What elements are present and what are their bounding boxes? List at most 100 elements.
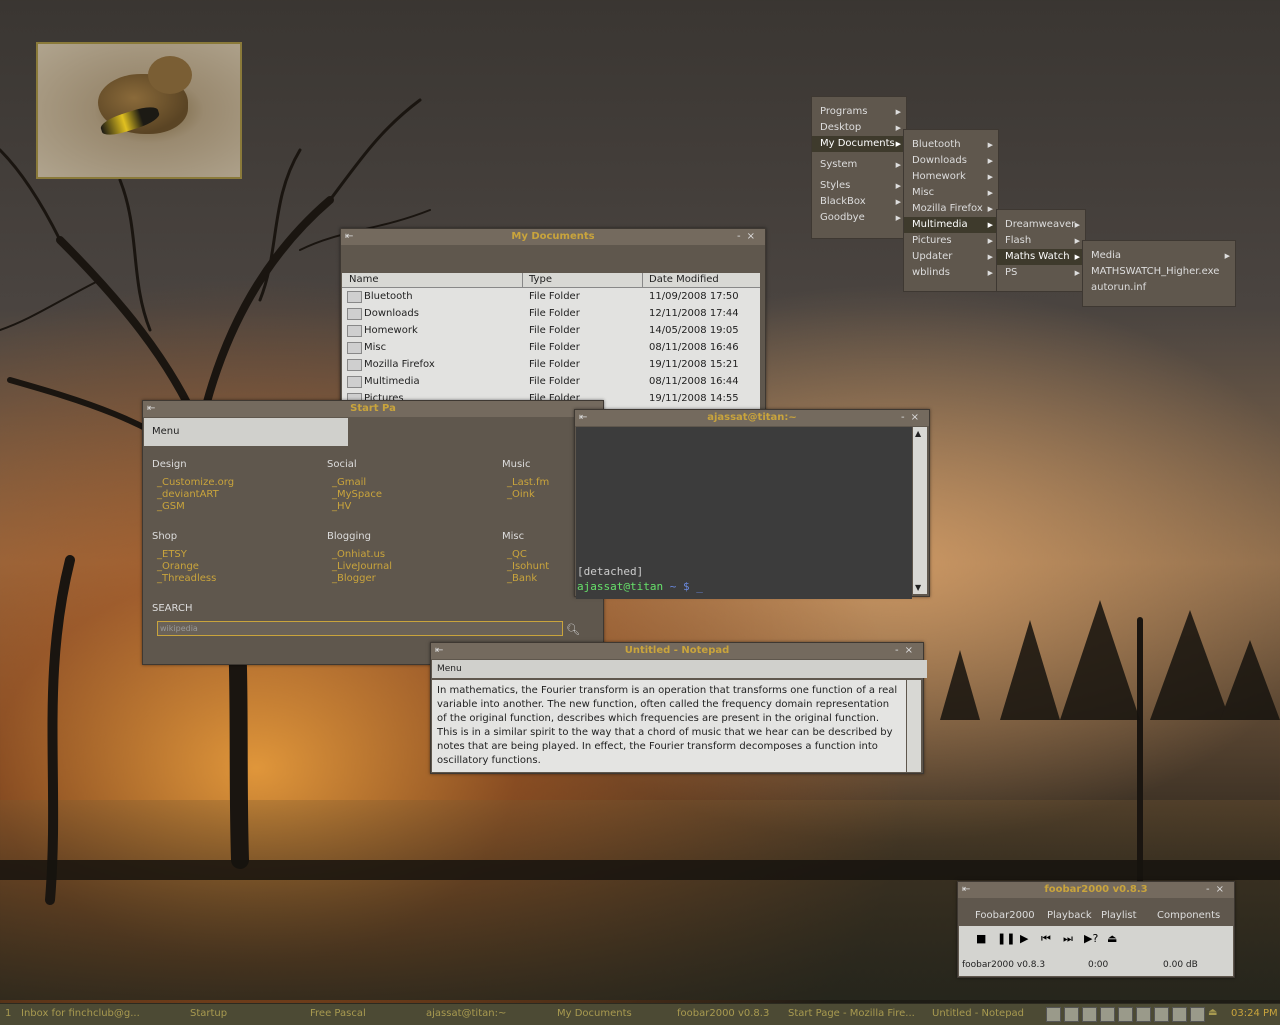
random-icon[interactable]: ▶?: [1084, 932, 1098, 945]
window-menu-icon[interactable]: ⇤: [962, 882, 970, 898]
play-icon[interactable]: ▶: [1020, 932, 1028, 945]
workspace-indicator[interactable]: 1: [5, 1008, 11, 1019]
link-blogger[interactable]: _Blogger: [332, 573, 376, 585]
link-qc[interactable]: _QC: [507, 549, 527, 561]
column-name[interactable]: Name: [349, 274, 379, 285]
menu-item-desktop[interactable]: Desktop ▶: [812, 120, 906, 136]
submenu-item-pictures[interactable]: Pictures ▶: [904, 233, 998, 249]
terminal-titlebar[interactable]: ⇤ ajassat@titan:~ -×: [575, 410, 929, 426]
file-row[interactable]: Misc File Folder 08/11/2008 16:46: [342, 339, 760, 356]
task-free-pascal[interactable]: Free Pascal: [310, 1008, 366, 1019]
window-menu-icon[interactable]: ⇤: [579, 410, 587, 426]
link-onhiat[interactable]: _Onhiat.us: [332, 549, 385, 561]
disc-icon[interactable]: [1136, 1007, 1151, 1022]
battery-icon[interactable]: [1190, 1007, 1205, 1022]
shield-icon[interactable]: [1064, 1007, 1079, 1022]
menu-item-my-documents[interactable]: My Documents ▶: [812, 136, 906, 152]
task-inbox[interactable]: Inbox for finchclub@g...: [21, 1008, 140, 1019]
link-etsy[interactable]: _ETSY: [157, 549, 187, 561]
task-terminal[interactable]: ajassat@titan:~: [426, 1008, 506, 1019]
link-myspace[interactable]: _MySpace: [332, 489, 382, 501]
submenu-item-maths-watch[interactable]: Maths Watch ▶: [997, 249, 1085, 265]
foobar-titlebar[interactable]: ⇤ foobar2000 v0.8.3 -×: [958, 882, 1234, 898]
submenu-item-bluetooth[interactable]: Bluetooth ▶: [904, 137, 998, 153]
submenu-item-autorun[interactable]: autorun.inf: [1083, 280, 1235, 296]
window-menu-icon[interactable]: ⇤: [435, 643, 443, 659]
window-controls[interactable]: -×: [1206, 882, 1230, 898]
file-row[interactable]: Multimedia File Folder 08/11/2008 16:44: [342, 373, 760, 390]
next-icon[interactable]: ⏭: [1063, 932, 1073, 946]
window-controls[interactable]: -×: [737, 229, 761, 245]
submenu-item-updater[interactable]: Updater ▶: [904, 249, 998, 265]
link-orange[interactable]: _Orange: [157, 561, 199, 573]
submenu-item-ps[interactable]: PS ▶: [997, 265, 1085, 281]
alien-icon[interactable]: [1046, 1007, 1061, 1022]
submenu-item-misc[interactable]: Misc ▶: [904, 185, 998, 201]
link-gmail[interactable]: _Gmail: [332, 477, 366, 489]
stop-icon[interactable]: ■: [976, 932, 986, 945]
submenu-item-flash[interactable]: Flash ▶: [997, 233, 1085, 249]
link-customize-org[interactable]: _Customize.org: [157, 477, 234, 489]
menu-item-blackbox[interactable]: BlackBox ▶: [812, 194, 906, 210]
search-icon[interactable]: 🔍︎: [566, 623, 580, 636]
eject-icon[interactable]: ⏏: [1208, 1007, 1217, 1018]
link-lastfm[interactable]: _Last.fm: [507, 477, 549, 489]
previous-icon[interactable]: ⏮: [1041, 932, 1051, 946]
task-foobar[interactable]: foobar2000 v0.8.3: [677, 1008, 769, 1019]
notepad-titlebar[interactable]: ⇤ Untitled - Notepad -×: [431, 643, 923, 659]
column-type[interactable]: Type: [529, 274, 552, 285]
window-menu-icon[interactable]: ⇤: [147, 401, 155, 417]
window-controls[interactable]: -×: [895, 643, 919, 659]
column-date[interactable]: Date Modified: [649, 274, 719, 285]
link-isohunt[interactable]: _Isohunt: [507, 561, 549, 573]
scroll-up-icon[interactable]: ▲: [915, 429, 921, 438]
link-deviantart[interactable]: _deviantART: [157, 489, 219, 501]
submenu-item-dreamweaver[interactable]: Dreamweaver ▶: [997, 217, 1085, 233]
submenu-item-homework[interactable]: Homework ▶: [904, 169, 998, 185]
submenu-item-mozilla-firefox[interactable]: Mozilla Firefox ▶: [904, 201, 998, 217]
menu-foobar2000[interactable]: Foobar2000: [975, 910, 1035, 921]
search-input[interactable]: wikipedia: [157, 621, 563, 636]
file-row[interactable]: Downloads File Folder 12/11/2008 17:44: [342, 305, 760, 322]
menu-components[interactable]: Components: [1157, 910, 1220, 921]
window-controls[interactable]: -×: [901, 410, 925, 426]
start-page-menu[interactable]: Menu: [144, 418, 348, 446]
my-documents-titlebar[interactable]: ⇤ My Documents -×: [341, 229, 765, 245]
grid-icon[interactable]: [1118, 1007, 1133, 1022]
window-menu-icon[interactable]: ⇤: [345, 229, 353, 245]
notepad-menu[interactable]: Menu: [432, 660, 927, 678]
network-icon[interactable]: [1100, 1007, 1115, 1022]
notepad-scrollbar[interactable]: [907, 680, 921, 772]
menu-item-programs[interactable]: Programs ▶: [812, 104, 906, 120]
menu-item-styles[interactable]: Styles ▶: [812, 178, 906, 194]
submenu-item-media[interactable]: Media ▶: [1083, 248, 1235, 264]
task-my-documents[interactable]: My Documents: [557, 1008, 632, 1019]
volume-icon[interactable]: [1154, 1007, 1169, 1022]
task-startup[interactable]: Startup: [190, 1008, 227, 1019]
link-gsm[interactable]: _GSM: [157, 501, 185, 513]
link-threadless[interactable]: _Threadless: [157, 573, 216, 585]
menu-item-system[interactable]: System ▶: [812, 157, 906, 173]
link-livejournal[interactable]: _LiveJournal: [332, 561, 392, 573]
submenu-item-mathswatch-exe[interactable]: MATHSWATCH_Higher.exe: [1083, 264, 1235, 280]
terminal-scrollbar[interactable]: ▲ ▼: [913, 427, 927, 594]
scroll-down-icon[interactable]: ▼: [915, 583, 921, 592]
file-row[interactable]: Mozilla Firefox File Folder 19/11/2008 15:…: [342, 356, 760, 373]
keyboard-icon[interactable]: [1082, 1007, 1097, 1022]
eject-icon[interactable]: ⏏: [1107, 932, 1117, 945]
task-notepad[interactable]: Untitled - Notepad: [932, 1008, 1024, 1019]
task-start-page[interactable]: Start Page - Mozilla Fire...: [788, 1008, 915, 1019]
pause-icon[interactable]: ❚❚: [997, 932, 1015, 945]
link-hv[interactable]: _HV: [332, 501, 351, 513]
menu-item-goodbye[interactable]: Goodbye ▶: [812, 210, 906, 226]
file-row[interactable]: Homework File Folder 14/05/2008 19:05: [342, 322, 760, 339]
link-bank[interactable]: _Bank: [507, 573, 537, 585]
start-page-titlebar[interactable]: ⇤ Start Pa: [143, 401, 603, 417]
link-oink[interactable]: _Oink: [507, 489, 535, 501]
submenu-item-downloads[interactable]: Downloads ▶: [904, 153, 998, 169]
file-row[interactable]: Bluetooth File Folder 11/09/2008 17:50: [342, 288, 760, 305]
terminal-output[interactable]: [detached] ajassat@titan ~ $ _: [576, 427, 912, 599]
submenu-item-wblinds[interactable]: wblinds ▶: [904, 265, 998, 281]
submenu-item-multimedia[interactable]: Multimedia ▶: [904, 217, 998, 233]
notepad-text-area[interactable]: In mathematics, the Fourier transform is…: [432, 680, 906, 772]
